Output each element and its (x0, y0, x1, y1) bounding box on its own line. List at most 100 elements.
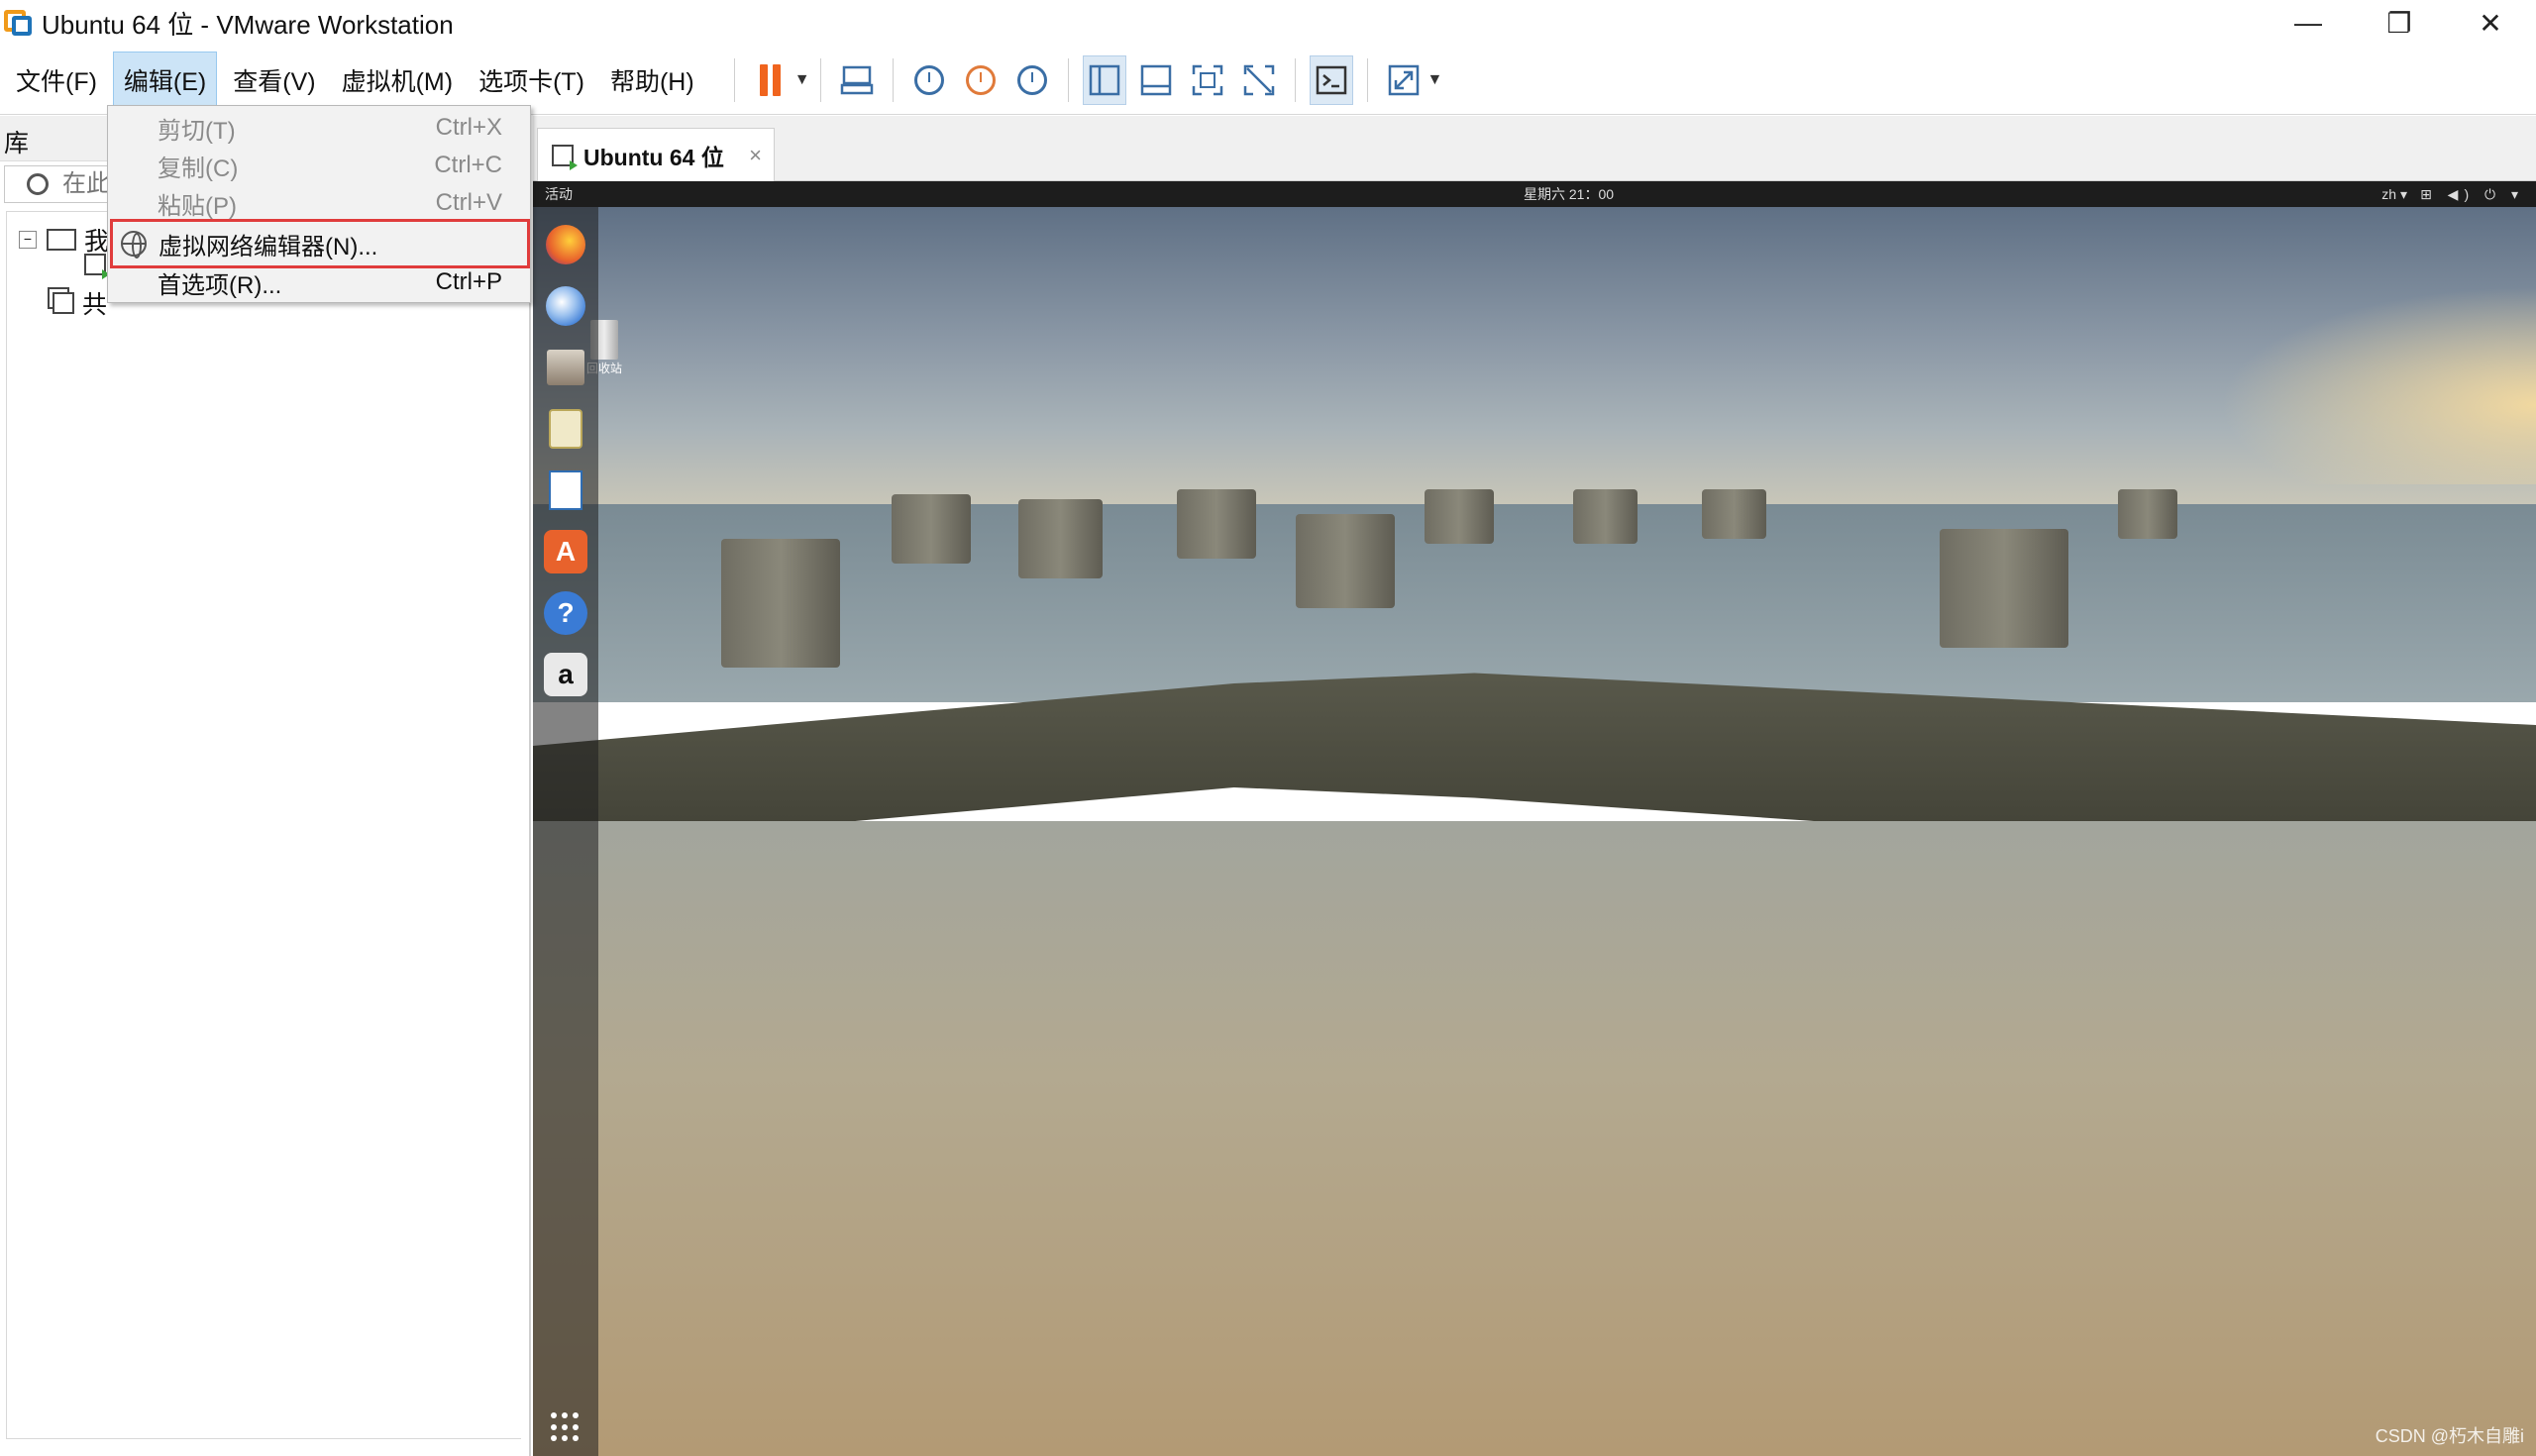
fullscreen-button[interactable] (1186, 55, 1229, 105)
tab-close-icon[interactable]: × (749, 143, 762, 168)
menu-vm[interactable]: 虚拟机(M) (332, 52, 463, 108)
toolbar-separator (1294, 57, 1296, 102)
wallpaper-pillar (892, 494, 971, 564)
input-method-indicator[interactable]: zh ▾ (2381, 186, 2407, 203)
guest-clock[interactable]: 星期六 21：00 (1524, 184, 1614, 204)
library-view-button[interactable] (1082, 54, 1126, 105)
vm-area: Ubuntu 64 位 × 活动 星期六 21：00 zh ▾ ⊞ ◀) ⏻ ▾ (533, 116, 2536, 1456)
toolbar-separator (1067, 57, 1069, 102)
tree-item-my-computer[interactable]: − 我 (19, 222, 109, 258)
vm-tab-bar: Ubuntu 64 位 × (533, 116, 2536, 181)
toolbar-separator (1366, 57, 1368, 102)
toolbar-separator (892, 57, 894, 102)
restore-button[interactable]: ❐ (2354, 0, 2445, 46)
dock-help[interactable]: ? (544, 591, 587, 635)
menu-file[interactable]: 文件(F) (6, 52, 107, 108)
files-icon (547, 350, 584, 385)
dock-rhythmbox[interactable] (544, 407, 587, 451)
menu-tabs[interactable]: 选项卡(T) (469, 52, 594, 108)
menu-item-label: 粘贴(P) (158, 192, 237, 220)
console-view-button[interactable] (1309, 54, 1353, 105)
dock-files[interactable] (544, 346, 587, 389)
fullscreen-icon (1192, 64, 1222, 95)
gnome-top-bar: 活动 星期六 21：00 zh ▾ ⊞ ◀) ⏻ ▾ (533, 181, 2536, 207)
help-icon: ? (557, 597, 575, 628)
send-ctrl-alt-del-icon (840, 65, 873, 94)
snapshot-manager-button[interactable] (1010, 55, 1054, 105)
thunderbird-icon (546, 286, 585, 326)
window-controls: — ❐ ✕ (2263, 0, 2536, 46)
wallpaper-sun-glow (2219, 286, 2536, 484)
title-bar: Ubuntu 64 位 - VMware Workstation — ❐ ✕ (0, 0, 2536, 46)
stretch-button[interactable] (1382, 55, 1426, 105)
snapshot-button[interactable] (907, 55, 951, 105)
tab-ubuntu[interactable]: Ubuntu 64 位 × (537, 128, 775, 181)
revert-snapshot-icon (965, 64, 996, 95)
search-icon (27, 173, 49, 195)
menu-view[interactable]: 查看(V) (223, 52, 325, 108)
show-applications-icon[interactable] (551, 1412, 581, 1442)
menu-item-label: 复制(C) (158, 155, 239, 182)
activities-button[interactable]: 活动 (545, 184, 573, 204)
dock-thunderbird[interactable] (544, 284, 587, 328)
toolbar: ▼ ▼ (724, 46, 1443, 115)
edit-menu-dropdown: 剪切(T) Ctrl+X 复制(C) Ctrl+C 粘贴(P) Ctrl+V 虚… (107, 105, 531, 303)
tree-item-label: 共 (82, 291, 108, 319)
close-button[interactable]: ✕ (2445, 0, 2536, 46)
wallpaper-pillar (1296, 514, 1395, 608)
menu-item-label: 首选项(R)... (158, 271, 282, 299)
dock-ubuntu-software[interactable]: A (544, 530, 587, 573)
wallpaper-pillar (1573, 489, 1638, 544)
menu-item-shortcut: Ctrl+X (435, 114, 502, 141)
tree-item-label: 我 (84, 228, 110, 256)
wallpaper-pillar (1702, 489, 1766, 539)
menu-edit[interactable]: 编辑(E) (112, 51, 218, 109)
vm-running-icon (84, 254, 110, 279)
toolbar-separator (819, 57, 821, 102)
send-ctrl-alt-del-button[interactable] (835, 55, 879, 105)
dock-amazon[interactable]: a (544, 653, 587, 696)
dock-libreoffice-writer[interactable] (544, 468, 587, 512)
system-tray[interactable]: ⊞ ◀) ⏻ ▾ (2420, 186, 2524, 203)
computer-icon (47, 229, 76, 251)
library-panel: 库 − 我 共 (0, 116, 531, 1456)
amazon-icon: a (558, 659, 574, 689)
globe-icon (121, 231, 147, 259)
menu-help[interactable]: 帮助(H) (600, 52, 704, 108)
pause-button[interactable] (749, 55, 792, 105)
menu-item-cut[interactable]: 剪切(T) Ctrl+X (108, 110, 530, 146)
shared-vms-icon (53, 292, 74, 314)
menu-item-paste[interactable]: 粘贴(P) Ctrl+V (108, 185, 530, 221)
collapse-icon[interactable]: − (19, 231, 37, 249)
desktop-wallpaper (533, 207, 2536, 1456)
menu-item-label: 虚拟网络编辑器(N)... (158, 233, 378, 260)
tab-label: Ubuntu 64 位 (583, 144, 724, 170)
unity-button[interactable] (1237, 55, 1281, 105)
console-icon (1316, 65, 1346, 94)
pause-dropdown-icon[interactable]: ▼ (794, 71, 810, 89)
snapshot-manager-icon (1016, 64, 1047, 95)
menu-item-shortcut: Ctrl+V (435, 189, 502, 216)
wallpaper-pillar (1177, 489, 1256, 559)
menu-item-shortcut: Ctrl+C (434, 152, 502, 178)
menu-item-copy[interactable]: 复制(C) Ctrl+C (108, 148, 530, 183)
stretch-dropdown-icon[interactable]: ▼ (1427, 71, 1443, 89)
writer-icon (549, 470, 582, 510)
revert-snapshot-button[interactable] (959, 55, 1003, 105)
vmware-logo-icon (4, 8, 34, 38)
menu-item-virtual-network-editor[interactable]: 虚拟网络编辑器(N)... (110, 219, 530, 268)
tree-item-shared-vms[interactable]: 共 (53, 285, 107, 321)
library-tree: − 我 共 (6, 211, 521, 1439)
menu-item-preferences[interactable]: 首选项(R)... Ctrl+P (108, 264, 530, 300)
wallpaper-pillar (1425, 489, 1494, 544)
guest-screen[interactable]: 活动 星期六 21：00 zh ▾ ⊞ ◀) ⏻ ▾ A ? a 回收站 CSD… (533, 181, 2536, 1456)
menu-item-shortcut: Ctrl+P (435, 268, 502, 295)
unity-icon (1243, 64, 1274, 95)
wallpaper-pool-water (533, 821, 2536, 1456)
wallpaper-pillar (721, 539, 840, 668)
dock-firefox[interactable] (544, 223, 587, 266)
thumbnail-bar-button[interactable] (1134, 55, 1178, 105)
minimize-button[interactable]: — (2263, 0, 2354, 46)
thumbnail-bar-icon (1140, 64, 1171, 95)
toolbar-separator (733, 57, 735, 102)
